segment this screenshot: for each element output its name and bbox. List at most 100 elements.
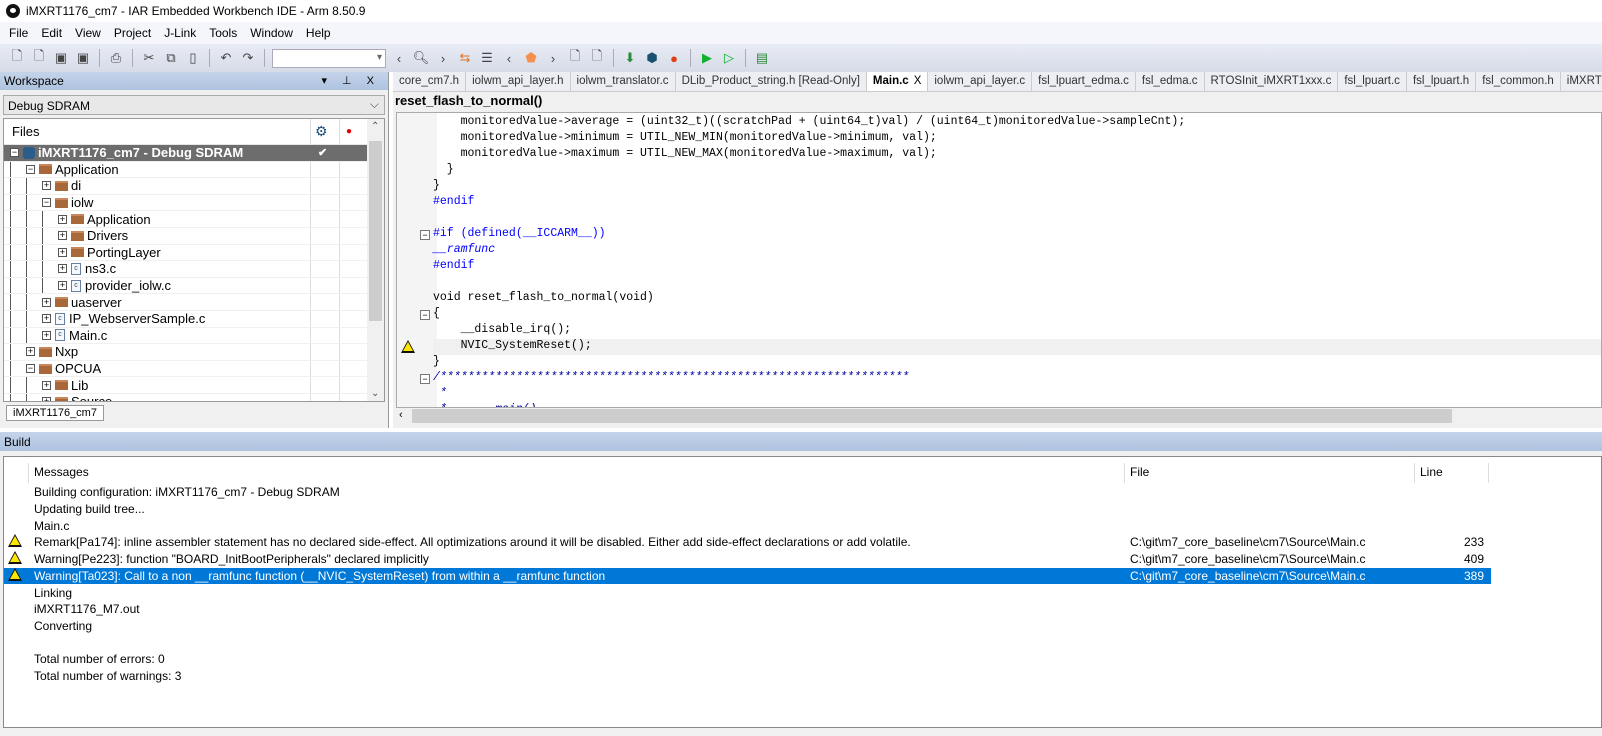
bookmark-list-icon[interactable]: ☰ <box>478 49 496 67</box>
tree-item[interactable]: + c ns3.c <box>4 261 368 278</box>
menu-edit[interactable]: Edit <box>36 26 70 40</box>
expand-icon[interactable]: + <box>58 281 67 291</box>
tree-item[interactable]: + uaserver <box>4 294 368 311</box>
close-tab-icon[interactable]: X <box>914 75 922 87</box>
collapse-icon[interactable]: − <box>26 164 35 174</box>
navigate-forward-icon[interactable]: 🗋 <box>588 48 606 67</box>
menu-window[interactable]: Window <box>245 26 301 40</box>
panel-controls[interactable]: ▾ ⊥ X <box>321 74 380 87</box>
menu-tools[interactable]: Tools <box>204 26 245 40</box>
column-messages[interactable]: Messages <box>34 465 89 479</box>
tree-item[interactable]: + Drivers <box>4 227 368 245</box>
editor-hscrollbar[interactable]: ‹ <box>396 408 1602 424</box>
expand-icon[interactable]: + <box>42 314 51 324</box>
build-message-row[interactable] <box>4 634 1491 651</box>
expand-icon[interactable]: + <box>58 214 67 224</box>
paste-icon[interactable]: ▯ <box>184 49 202 67</box>
find-previous-icon[interactable]: ‹ <box>390 49 408 67</box>
collapse-icon[interactable]: − <box>26 364 35 374</box>
build-message-row[interactable]: Converting <box>4 618 1491 635</box>
expand-icon[interactable]: + <box>42 181 51 191</box>
expand-icon[interactable]: + <box>58 247 67 257</box>
collapse-icon[interactable]: − <box>42 198 51 208</box>
tree-item[interactable]: + Application <box>4 211 368 228</box>
bookmark-icon[interactable]: ⬟ <box>522 49 540 67</box>
tree-item[interactable]: + c provider_iolw.c <box>4 277 368 295</box>
function-navigator[interactable]: reset_flash_to_normal() <box>395 93 542 108</box>
scroll-left-icon[interactable]: ‹ <box>399 409 403 421</box>
debug-without-download-icon[interactable]: ▷ <box>720 49 738 67</box>
configuration-dropdown[interactable]: Debug SDRAM <box>3 95 385 115</box>
go-to-icon[interactable]: ⇆ <box>456 49 474 67</box>
tree-item[interactable]: + Source <box>4 393 368 401</box>
new-file-icon[interactable]: 🗋 <box>8 48 26 67</box>
build-message-row[interactable]: Warning[Pe223]: function "BOARD_InitBoot… <box>4 551 1491 568</box>
scroll-up-icon[interactable]: ⌃ <box>371 121 379 132</box>
tab-core-cm7-h[interactable]: core_cm7.h <box>393 72 467 91</box>
tree-item[interactable]: − iolw <box>4 194 368 212</box>
tree-item[interactable]: + di <box>4 178 368 195</box>
previous-bookmark-icon[interactable]: ‹ <box>500 49 518 67</box>
expand-icon[interactable]: + <box>58 231 67 241</box>
tree-item[interactable]: + Nxp <box>4 344 368 361</box>
build-message-row[interactable]: Linking <box>4 584 1491 601</box>
tree-item[interactable]: + Lib <box>4 377 368 394</box>
tab-fsl-common-h[interactable]: fsl_common.h <box>1476 72 1561 91</box>
scrollbar-thumb[interactable] <box>369 141 382 321</box>
find-combo[interactable] <box>272 48 386 68</box>
expand-icon[interactable]: + <box>58 264 67 274</box>
fold-collapse-icon[interactable]: − <box>420 230 430 240</box>
build-message-row[interactable]: Total number of warnings: 3 <box>4 668 1491 685</box>
cut-icon[interactable]: ✂ <box>140 49 158 67</box>
tab-fsl-lpuart-h[interactable]: fsl_lpuart.h <box>1407 72 1477 91</box>
copy-icon[interactable]: ⧉ <box>162 49 180 67</box>
fold-collapse-icon[interactable]: − <box>420 374 430 384</box>
build-message-row[interactable]: Total number of errors: 0 <box>4 651 1491 668</box>
expand-icon[interactable]: + <box>42 380 51 390</box>
tab-iolwm-api-layer-h[interactable]: iolwm_api_layer.h <box>466 72 571 91</box>
build-message-row[interactable]: Remark[Pa174]: inline assembler statemen… <box>4 534 1491 551</box>
menu-file[interactable]: File <box>4 26 36 40</box>
tab-fsl-lpuart-c[interactable]: fsl_lpuart.c <box>1338 72 1407 91</box>
code-editor[interactable]: monitoredValue->average = (uint32_t)((sc… <box>396 112 1602 408</box>
tree-item[interactable]: − iMXRT1176_cm7 - Debug SDRAM ✔ <box>4 145 368 162</box>
download-debug-icon[interactable]: ▶ <box>698 49 716 67</box>
navigate-back-icon[interactable]: 🗋 <box>566 48 584 67</box>
tab-main-c[interactable]: Main.c X <box>866 72 929 91</box>
tree-item[interactable]: + c IP_WebserverSample.c <box>4 310 368 328</box>
flash-icon[interactable]: ▤ <box>753 49 771 67</box>
collapse-icon[interactable]: − <box>10 148 19 158</box>
menu-view[interactable]: View <box>70 26 109 40</box>
tree-scrollbar[interactable]: ⌃ ⌄ <box>367 119 384 401</box>
compile-icon[interactable]: ⬇ <box>621 49 639 67</box>
expand-icon[interactable]: + <box>42 330 51 340</box>
search-icon[interactable]: 🔍︎ <box>412 49 430 67</box>
build-message-row[interactable]: Warning[Ta023]: Call to a non __ramfunc … <box>4 567 1491 585</box>
tree-item[interactable]: − OPCUA <box>4 360 368 378</box>
expand-icon[interactable]: + <box>26 347 35 357</box>
tab-dlib-product-string-h-read-only-[interactable]: DLib_Product_string.h [Read-Only] <box>676 72 867 91</box>
workspace-tab[interactable]: iMXRT1176_cm7 <box>6 405 104 421</box>
scrollbar-thumb[interactable] <box>412 409 1452 423</box>
tab-fsl-edma-c[interactable]: fsl_edma.c <box>1136 72 1205 91</box>
tree-item[interactable]: − Application <box>4 161 368 179</box>
tab-rtosinit-imxrt1xxx-c[interactable]: RTOSInit_iMXRT1xxx.c <box>1205 72 1339 91</box>
save-all-icon[interactable]: ▣ <box>74 49 92 67</box>
make-icon[interactable]: ⬢ <box>643 49 661 67</box>
tab-iolwm-translator-c[interactable]: iolwm_translator.c <box>571 72 676 91</box>
tab-imxrt[interactable]: iMXRT <box>1561 72 1602 91</box>
save-icon[interactable]: ▣ <box>52 49 70 67</box>
open-file-icon[interactable]: 🗋 <box>30 48 48 67</box>
find-next-icon[interactable]: › <box>434 49 452 67</box>
warning-icon[interactable] <box>401 340 415 353</box>
scroll-down-icon[interactable]: ⌄ <box>371 388 379 399</box>
redo-icon[interactable]: ↷ <box>239 49 257 67</box>
column-line[interactable]: Line <box>1420 465 1443 479</box>
menu-help[interactable]: Help <box>301 26 339 40</box>
tab-iolwm-api-layer-c[interactable]: iolwm_api_layer.c <box>928 72 1033 91</box>
expand-icon[interactable]: + <box>42 297 51 307</box>
expand-icon[interactable]: + <box>42 397 51 401</box>
tree-item[interactable]: + c Main.c <box>4 327 368 345</box>
menu-project[interactable]: Project <box>109 26 159 40</box>
tab-fsl-lpuart-edma-c[interactable]: fsl_lpuart_edma.c <box>1032 72 1136 91</box>
